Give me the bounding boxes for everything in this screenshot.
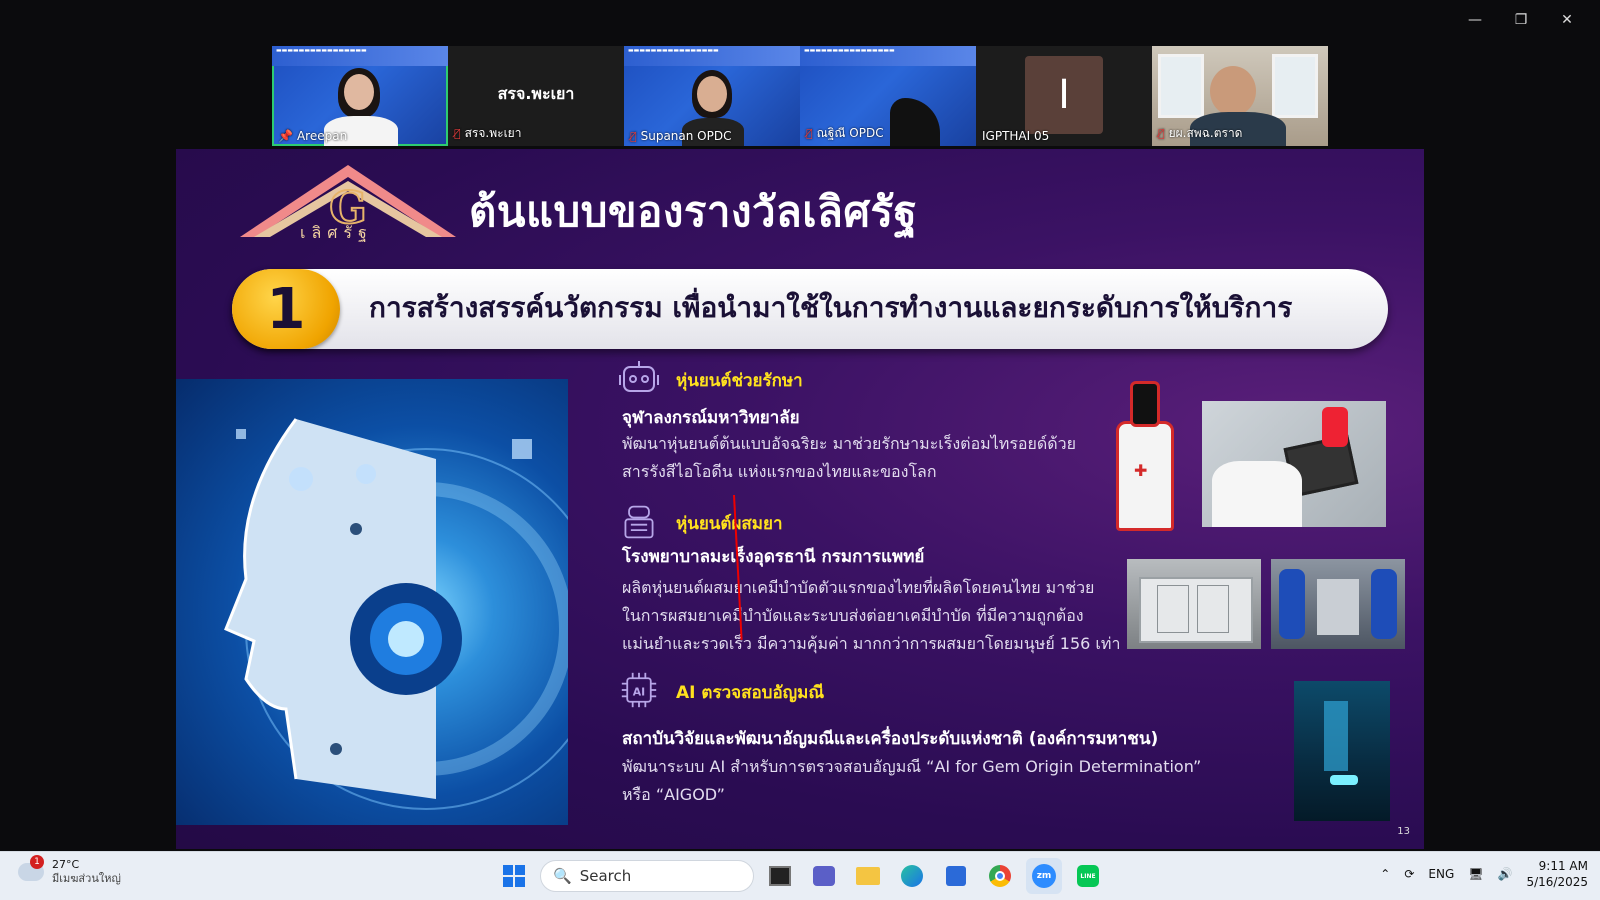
section-org: สถาบันวิจัยและพัฒนาอัญมณีและเครื่องประดั… [622, 729, 1159, 749]
edge-icon[interactable] [894, 858, 930, 894]
logo-text: เลิศรัฐ [300, 223, 373, 242]
chair-shape [890, 98, 940, 146]
pharmacy-machine-photo [1127, 559, 1261, 649]
svg-text:AI: AI [633, 685, 645, 698]
chevron-up-icon[interactable]: ⌃ [1380, 867, 1390, 881]
slide-strip: ▬▬▬▬▬▬▬▬▬▬▬▬▬▬▬▬ [800, 46, 976, 66]
slide-title: ต้นแบบของรางวัลเลิศรัฐ [469, 187, 918, 236]
participant-face [344, 74, 374, 110]
desc-line: แม่นยำและรวดเร็ว มีความคุ้มค่า มากกว่ากา… [622, 634, 1121, 653]
section-org: จุฬาลงกรณ์มหาวิทยาลัย [622, 408, 800, 428]
desc-line: ในการผสมยาเคมีบำบัดและระบบส่งต่อยาเคมีบำ… [622, 606, 1084, 625]
microscope-photo [1294, 681, 1390, 821]
participant-tile[interactable]: ▬▬▬▬▬▬▬▬▬▬▬▬▬▬▬▬ 📌 Areepan [272, 46, 448, 146]
mic-muted-icon: 🎙̸ [1158, 127, 1165, 140]
participant-tile[interactable]: 🎙̸ ยผ.สพฉ.ตราด [1152, 46, 1328, 146]
weather-description: มีเมฆส่วนใหญ่ [52, 872, 121, 885]
page-number: 13 [1397, 826, 1410, 837]
participant-name: 📌 Areepan [278, 129, 348, 143]
window-controls: — ❐ ✕ [1452, 8, 1590, 32]
participant-name: 🎙̸ Supanan OPDC [630, 129, 732, 143]
line-icon[interactable]: LINE [1070, 858, 1106, 894]
sync-icon[interactable]: ⟳ [1404, 867, 1414, 881]
desc-line: ผลิตหุ่นยนต์ผสมยาเคมีบำบัดตัวแรกของไทยที… [622, 578, 1095, 597]
participant-name: 🎙̸ สรจ.พะเยา [454, 126, 522, 140]
participant-tile[interactable]: ▬▬▬▬▬▬▬▬▬▬▬▬▬▬▬▬ 🎙̸ Supanan OPDC [624, 46, 800, 146]
weather-widget[interactable]: 1 27°C มีเมฆส่วนใหญ่ [18, 855, 121, 886]
search-icon: 🔍 [553, 867, 572, 885]
taskbar: 1 27°C มีเมฆส่วนใหญ่ 🔍 Search zm LINE ⌃ … [0, 851, 1600, 900]
section-desc: พัฒนาระบบ AI สำหรับการตรวจสอบอัญมณี “AI … [622, 753, 1201, 809]
section-title: หุ่นยนต์ผสมยา [676, 514, 783, 534]
search-placeholder: Search [579, 867, 632, 885]
participant-gallery: ▬▬▬▬▬▬▬▬▬▬▬▬▬▬▬▬ 📌 Areepan สรจ.พะเยา 🎙̸ สร… [272, 46, 1328, 146]
desc-line: สารรังสีไอโอดีน แห่งแรกของไทยและของโลก [622, 462, 937, 481]
notification-badge: 1 [30, 855, 44, 869]
ai-chip-icon: AI [621, 672, 657, 708]
restore-button[interactable]: ❐ [1498, 8, 1544, 32]
section-org: โรงพยาบาลมะเร็งอุดรธานี กรมการแพทย์ [622, 547, 925, 567]
participant-center-label: สรจ.พะเยา [497, 84, 575, 103]
section-desc: พัฒนาหุ่นยนต์ต้นแบบอัจฉริยะ มาช่วยรักษาม… [622, 430, 1076, 486]
room-window [1272, 54, 1318, 118]
robot-photo: ✚ [1106, 381, 1176, 531]
slide-strip: ▬▬▬▬▬▬▬▬▬▬▬▬▬▬▬▬ [624, 46, 800, 66]
section-title: หุ่นยนต์ช่วยรักษา [676, 371, 803, 391]
desc-line: พัฒนาหุ่นยนต์ต้นแบบอัจฉริยะ มาช่วยรักษาม… [622, 434, 1077, 453]
file-explorer-icon[interactable] [850, 858, 886, 894]
close-button[interactable]: ✕ [1544, 8, 1590, 32]
start-button[interactable] [496, 858, 532, 894]
robot-arm-photo [1271, 559, 1405, 649]
section-title: AI ตรวจสอบอัญมณี [676, 683, 825, 703]
participant-tile[interactable]: ▬▬▬▬▬▬▬▬▬▬▬▬▬▬▬▬ 🎙̸ ณฐิณี OPDC [800, 46, 976, 146]
clock[interactable]: 9:11 AM 5/16/2025 [1526, 858, 1588, 890]
robot-operation-photo [1202, 401, 1386, 527]
mic-muted-icon: 🎙̸ [454, 127, 461, 140]
ai-head-illustration [176, 379, 568, 825]
taskbar-apps: 🔍 Search zm LINE [496, 858, 1106, 894]
section-desc: ผลิตหุ่นยนต์ผสมยาเคมีบำบัดตัวแรกของไทยที… [622, 574, 1120, 658]
system-tray: ⌃ ⟳ ENG 🖥 🔊 9:11 AM 5/16/2025 [1380, 858, 1588, 890]
participant-avatar: I [1025, 56, 1103, 134]
taskbar-search[interactable]: 🔍 Search [540, 860, 754, 892]
robot-arm-icon [624, 505, 654, 539]
store-icon[interactable] [938, 858, 974, 894]
mic-muted-icon: 🎙̸ [806, 127, 813, 140]
clock-time: 9:11 AM [1538, 859, 1588, 873]
cloud-icon: 1 [18, 855, 44, 881]
pin-icon: 📌 [278, 129, 293, 143]
minimize-button[interactable]: — [1452, 8, 1498, 32]
robot-icon [619, 361, 659, 392]
participant-face [697, 76, 727, 112]
participant-name: IGPTHAI 05 [982, 129, 1050, 143]
desc-line: พัฒนาระบบ AI สำหรับการตรวจสอบอัญมณี “AI … [622, 757, 1202, 776]
participant-tile[interactable]: สรจ.พะเยา 🎙̸ สรจ.พะเยา [448, 46, 624, 146]
windows-icon [503, 865, 525, 887]
clock-date: 5/16/2025 [1526, 875, 1588, 889]
task-view-icon[interactable] [762, 858, 798, 894]
participant-name: 🎙̸ ณฐิณี OPDC [806, 126, 884, 140]
chrome-icon[interactable] [982, 858, 1018, 894]
network-icon[interactable]: 🖥 [1468, 867, 1483, 881]
participant-tile[interactable]: I IGPTHAI 05 [976, 46, 1152, 146]
volume-icon[interactable]: 🔊 [1498, 867, 1513, 881]
shared-slide: G เลิศรัฐ ต้นแบบของรางวัลเลิศรัฐ 1 การสร… [176, 149, 1424, 849]
desc-line: หรือ “AIGOD” [622, 785, 725, 804]
topic-text: การสร้างสรรค์นวัตกรรม เพื่อนำมาใช้ในการท… [369, 291, 1293, 324]
teams-icon[interactable] [806, 858, 842, 894]
topic-number: 1 [232, 269, 340, 349]
participant-name: 🎙̸ ยผ.สพฉ.ตราด [1158, 126, 1243, 140]
slide-strip: ▬▬▬▬▬▬▬▬▬▬▬▬▬▬▬▬ [272, 46, 448, 66]
temperature: 27°C [52, 858, 80, 871]
room-window [1158, 54, 1204, 118]
language-indicator[interactable]: ENG [1428, 867, 1454, 881]
participant-face [1210, 66, 1256, 116]
mic-muted-icon: 🎙̸ [630, 129, 637, 143]
zoom-icon[interactable]: zm [1026, 858, 1062, 894]
